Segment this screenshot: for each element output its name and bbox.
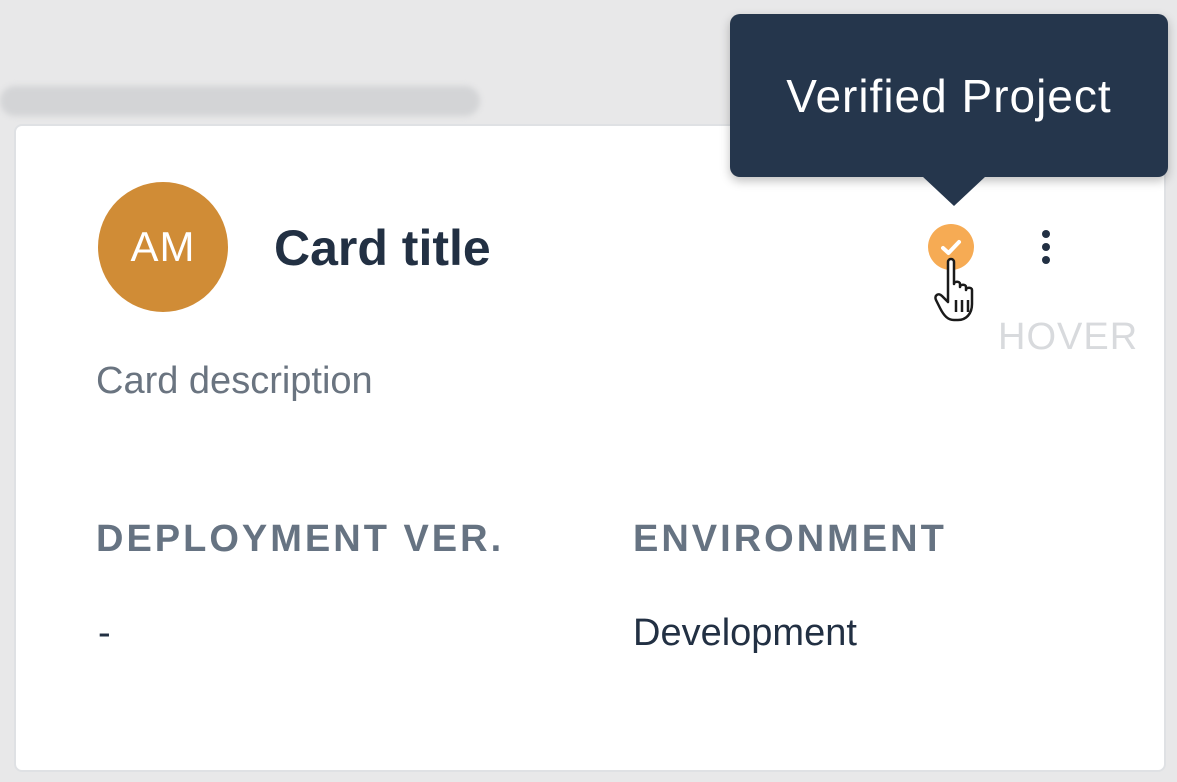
hand-pointer-icon [934, 256, 1004, 331]
deployment-version-value: - [98, 612, 111, 654]
environment-value: Development [633, 612, 857, 654]
tooltip-arrow [922, 176, 986, 206]
environment-label: ENVIRONMENT [633, 518, 947, 560]
deployment-version-label: DEPLOYMENT VER. [96, 518, 505, 560]
card-title: Card title [274, 220, 491, 276]
hover-state-label: HOVER [998, 316, 1139, 358]
more-options-button[interactable] [1026, 222, 1066, 272]
verified-tooltip: Verified Project [730, 14, 1168, 177]
more-vertical-icon [1042, 230, 1050, 238]
card-description: Card description [96, 360, 373, 402]
blurred-placeholder [0, 86, 480, 116]
avatar-initials: AM [130, 223, 196, 270]
tooltip-text: Verified Project [786, 69, 1112, 122]
project-card[interactable]: AM Card title HOVER Card description DEP… [14, 124, 1166, 772]
avatar: AM [98, 182, 228, 312]
